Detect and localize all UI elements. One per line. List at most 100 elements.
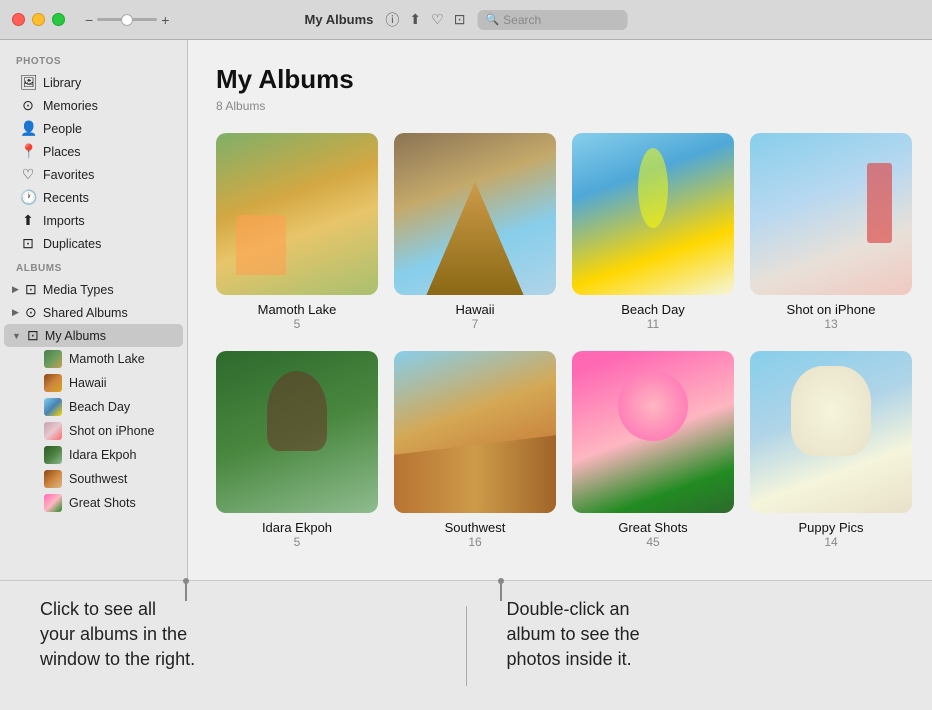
sidebar-duplicates-label: Duplicates	[43, 237, 101, 251]
album-image-shot	[750, 133, 912, 295]
album-name-southwest: Southwest	[445, 520, 506, 535]
album-card-mamoth-lake[interactable]: Mamoth Lake 5	[216, 133, 378, 331]
main-container: Photos 🖼 Library ⊙ Memories 👤 People 📍 P…	[0, 40, 932, 580]
sidebar-item-hawaii[interactable]: Hawaii	[36, 371, 183, 395]
sidebar-item-memories[interactable]: ⊙ Memories	[4, 94, 183, 117]
crop-icon[interactable]: ⊡	[454, 11, 466, 28]
title-icons: ⓘ ⬆ ♡ ⊡	[385, 10, 465, 30]
sidebar: Photos 🖼 Library ⊙ Memories 👤 People 📍 P…	[0, 40, 188, 580]
album-card-puppy-pics[interactable]: Puppy Pics 14	[750, 351, 912, 549]
albums-grid: Mamoth Lake 5 Hawaii 7 Beach Day 11	[216, 133, 904, 549]
album-name-hawaii: Hawaii	[455, 302, 494, 317]
album-count-southwest: 16	[468, 535, 481, 549]
sidebar-item-southwest[interactable]: Southwest	[36, 467, 183, 491]
album-image-mamoth	[216, 133, 378, 295]
album-image-idara	[216, 351, 378, 513]
album-card-beach-day[interactable]: Beach Day 11	[572, 133, 734, 331]
duplicates-icon: ⊡	[20, 235, 36, 252]
sidebar-item-favorites[interactable]: ♡ Favorites	[4, 163, 183, 186]
shared-albums-icon: ⊙	[23, 304, 39, 321]
sidebar-item-beach-day[interactable]: Beach Day	[36, 395, 183, 419]
album-thumb-hawaii	[394, 133, 556, 295]
album-card-southwest[interactable]: Southwest 16	[394, 351, 556, 549]
southwest-thumb	[44, 470, 62, 488]
search-input[interactable]	[503, 13, 619, 27]
arrow-dot-right	[498, 578, 504, 584]
sidebar-item-people[interactable]: 👤 People	[4, 117, 183, 140]
annotation-right-text: Double-click an album to see the photos …	[507, 597, 893, 673]
zoom-slider[interactable]	[97, 18, 157, 21]
chevron-right-icon-2: ▶	[12, 307, 19, 318]
memories-icon: ⊙	[20, 97, 36, 114]
album-card-great-shots[interactable]: Great Shots 45	[572, 351, 734, 549]
sidebar-group-my-albums[interactable]: ▼ ⊡ My Albums	[4, 324, 183, 347]
chevron-down-icon: ▼	[12, 331, 21, 341]
sidebar-people-label: People	[43, 122, 82, 136]
annotation-arrow-left	[185, 581, 187, 601]
hawaii-thumb	[44, 374, 62, 392]
search-icon: 🔍	[485, 13, 499, 26]
shared-albums-label: Shared Albums	[43, 306, 128, 320]
album-card-hawaii[interactable]: Hawaii 7	[394, 133, 556, 331]
albums-section-label: Albums	[0, 255, 187, 278]
album-thumb-puppy	[750, 351, 912, 513]
album-count-shot: 13	[824, 317, 837, 331]
album-name-shot: Shot on iPhone	[787, 302, 876, 317]
close-button[interactable]	[12, 13, 25, 26]
sidebar-item-library[interactable]: 🖼 Library	[4, 71, 183, 94]
sidebar-item-duplicates[interactable]: ⊡ Duplicates	[4, 232, 183, 255]
sidebar-group-shared-albums[interactable]: ▶ ⊙ Shared Albums	[4, 301, 183, 324]
album-thumb-mamoth-lake	[216, 133, 378, 295]
info-icon[interactable]: ⓘ	[385, 10, 399, 30]
sidebar-item-recents[interactable]: 🕐 Recents	[4, 186, 183, 209]
annotation-divider	[466, 606, 467, 686]
zoom-control: − +	[85, 12, 169, 28]
album-thumb-shot	[750, 133, 912, 295]
imports-icon: ⬆	[20, 212, 36, 229]
places-icon: 📍	[20, 143, 36, 160]
album-image-great	[572, 351, 734, 513]
sidebar-library-label: Library	[43, 76, 81, 90]
album-count-beach: 11	[647, 317, 659, 331]
sidebar-memories-label: Memories	[43, 99, 98, 113]
sidebar-item-shot-on-iphone[interactable]: Shot on iPhone	[36, 419, 183, 443]
album-name-puppy: Puppy Pics	[798, 520, 863, 535]
album-name-mamoth: Mamoth Lake	[258, 302, 337, 317]
sidebar-item-idara-ekpoh[interactable]: Idara Ekpoh	[36, 443, 183, 467]
zoom-minus-button[interactable]: −	[85, 12, 93, 28]
sidebar-item-imports[interactable]: ⬆ Imports	[4, 209, 183, 232]
zoom-thumb	[121, 14, 133, 26]
sidebar-item-mamoth-lake[interactable]: Mamoth Lake	[36, 347, 183, 371]
library-icon: 🖼	[20, 74, 36, 91]
album-card-idara[interactable]: Idara Ekpoh 5	[216, 351, 378, 549]
album-image-southwest	[394, 351, 556, 513]
search-box[interactable]: 🔍	[477, 10, 627, 30]
album-count-great: 45	[646, 535, 659, 549]
sidebar-recents-label: Recents	[43, 191, 89, 205]
album-count: 8 Albums	[216, 99, 904, 113]
album-image-beach	[572, 133, 734, 295]
album-count-mamoth: 5	[294, 317, 301, 331]
album-image-puppy	[750, 351, 912, 513]
album-card-shot-on-iphone[interactable]: Shot on iPhone 13	[750, 133, 912, 331]
album-image-hawaii	[394, 133, 556, 295]
arrow-dot-left	[183, 578, 189, 584]
album-thumb-beach-day	[572, 133, 734, 295]
people-icon: 👤	[20, 120, 36, 137]
sidebar-item-places[interactable]: 📍 Places	[4, 140, 183, 163]
window-title: My Albums	[305, 12, 374, 27]
photos-section-label: Photos	[0, 48, 187, 71]
annotation-area: Click to see all your albums in the wind…	[0, 580, 932, 710]
maximize-button[interactable]	[52, 13, 65, 26]
page-title: My Albums	[216, 64, 904, 95]
share-icon[interactable]: ⬆	[409, 11, 421, 28]
annotation-arrow-right	[500, 581, 502, 601]
sidebar-item-great-shots[interactable]: Great Shots	[36, 491, 183, 515]
my-albums-icon: ⊡	[25, 327, 41, 344]
sidebar-group-media-types[interactable]: ▶ ⊡ Media Types	[4, 278, 183, 301]
minimize-button[interactable]	[32, 13, 45, 26]
album-thumb-idara	[216, 351, 378, 513]
heart-icon[interactable]: ♡	[431, 11, 444, 28]
zoom-plus-button[interactable]: +	[161, 12, 169, 28]
my-albums-label: My Albums	[45, 329, 106, 343]
